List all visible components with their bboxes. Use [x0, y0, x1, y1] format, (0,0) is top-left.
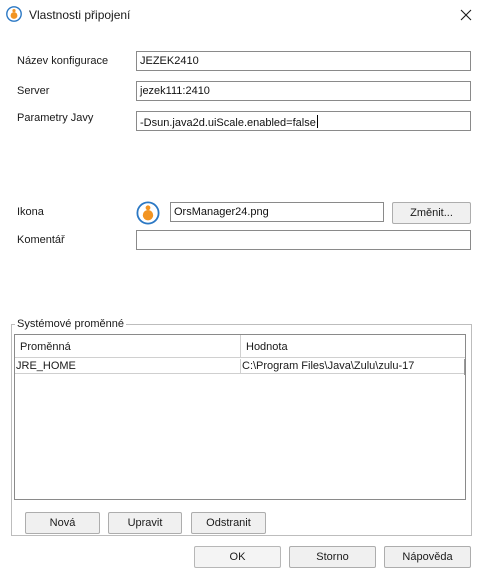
config-name-field[interactable]: JEZEK2410 [136, 51, 471, 71]
connection-icon-preview [136, 201, 160, 225]
ok-button[interactable]: OK [194, 546, 281, 568]
app-logo-icon [6, 6, 22, 22]
column-header-variable[interactable]: Proměnná [15, 335, 240, 358]
icon-file-field[interactable]: OrsManager24.png [170, 202, 384, 222]
table-cell-value: C:\Program Files\Java\Zulu\zulu-17 [240, 359, 464, 374]
remove-variable-button[interactable]: Odstranit [191, 512, 266, 534]
window-title: Vlastnosti připojení [29, 8, 131, 22]
table-cell-variable: JRE_HOME [15, 359, 240, 374]
comment-field[interactable] [136, 230, 471, 250]
help-button[interactable]: Nápověda [384, 546, 471, 568]
java-params-label: Parametry Javy [17, 112, 94, 124]
edit-variable-button[interactable]: Upravit [108, 512, 182, 534]
comment-label: Komentář [17, 234, 65, 246]
new-variable-button[interactable]: Nová [25, 512, 100, 534]
system-variables-table[interactable]: Proměnná Hodnota JRE_HOME C:\Program Fil… [14, 334, 466, 500]
text-caret [316, 115, 318, 128]
close-icon [460, 9, 472, 21]
table-row[interactable]: JRE_HOME C:\Program Files\Java\Zulu\zulu… [15, 359, 465, 375]
java-params-field[interactable]: -Dsun.java2d.uiScale.enabled=false [136, 111, 471, 131]
connection-properties-dialog: Vlastnosti připojení Název konfigurace J… [0, 0, 482, 588]
java-params-value: -Dsun.java2d.uiScale.enabled=false [140, 117, 316, 129]
close-button[interactable] [452, 2, 480, 28]
title-bar: Vlastnosti připojení [0, 0, 482, 30]
icon-label: Ikona [17, 206, 44, 218]
system-variables-title: Systémové proměnné [15, 318, 126, 330]
config-name-label: Název konfigurace [17, 55, 109, 67]
server-field[interactable]: jezek111:2410 [136, 81, 471, 101]
server-label: Server [17, 85, 50, 97]
cancel-button[interactable]: Storno [289, 546, 376, 568]
column-header-value[interactable]: Hodnota [240, 335, 465, 358]
change-icon-button[interactable]: Změnit... [392, 202, 471, 224]
